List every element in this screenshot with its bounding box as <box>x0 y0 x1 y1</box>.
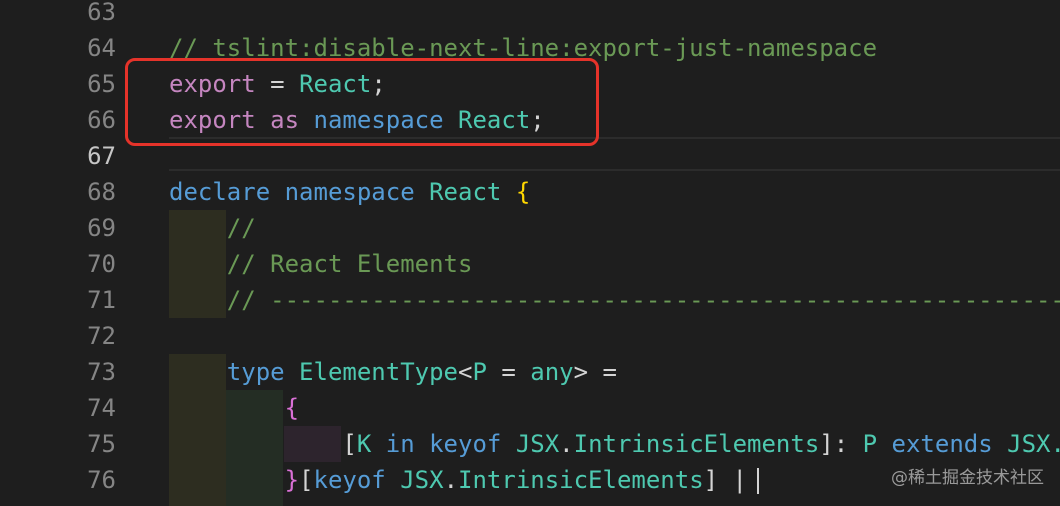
line-number: 63 <box>87 0 116 26</box>
line-number: 66 <box>87 106 116 134</box>
code-token: JSX <box>400 466 444 494</box>
code-token: [ <box>299 466 314 494</box>
code-line[interactable]: 73 type ElementType<P = any> = <box>0 354 1060 390</box>
code-token: ]: <box>819 430 863 458</box>
code-token: K <box>356 430 372 458</box>
line-number: 76 <box>87 466 116 494</box>
code-token: < <box>458 358 473 386</box>
code-token: any <box>530 358 574 386</box>
code-editor[interactable]: 63 64// tslint:disable-next-line:export-j… <box>0 0 1060 506</box>
code-token: [ <box>169 430 357 458</box>
code-token: } <box>284 466 300 494</box>
line-number: 74 <box>87 394 116 422</box>
line-code: { <box>169 390 299 426</box>
line-code: // <box>169 210 256 246</box>
line-number: 68 <box>87 178 116 206</box>
code-token: | <box>718 466 748 494</box>
line-number: 65 <box>87 70 116 98</box>
code-token: IntrinsicElements <box>573 430 820 458</box>
line-number: 69 <box>87 214 116 242</box>
code-token: ElementType <box>299 358 458 386</box>
line-number: 70 <box>87 250 116 278</box>
code-token: { <box>284 394 300 422</box>
code-token: JSX <box>515 430 560 458</box>
line-number: 64 <box>87 34 116 62</box>
line-number: 71 <box>87 286 116 314</box>
code-line[interactable]: 72 <box>0 318 1060 354</box>
code-token: . <box>443 466 459 494</box>
line-code: type ElementType<P = any> = <box>169 354 617 390</box>
code-token: IntrinsicElements <box>458 466 704 494</box>
line-number: 73 <box>87 358 116 386</box>
code-token: . <box>559 430 574 458</box>
line-number: 67 <box>87 142 116 170</box>
code-token: = <box>486 358 531 386</box>
code-token: keyof <box>429 430 502 458</box>
code-line[interactable]: 68 declare namespace React { <box>0 174 1060 210</box>
line-code: declare namespace React { <box>169 174 530 210</box>
code-token: namespace <box>284 178 415 206</box>
watermark: @稀土掘金技术社区 <box>891 468 1044 488</box>
code-line[interactable]: 63 <box>0 0 1060 30</box>
code-token: JSX. <box>1007 430 1060 458</box>
code-token: P <box>472 358 487 386</box>
code-token: // React Elements <box>169 250 473 278</box>
code-token: extends <box>891 430 993 458</box>
code-token: { <box>515 178 531 206</box>
code-token: // -------------------------------------… <box>226 286 1060 314</box>
line-code: // -------------------------------------… <box>169 282 1060 318</box>
code-token: ] <box>703 466 719 494</box>
code-line[interactable]: 69 // <box>0 210 1060 246</box>
annotation-highlight-box <box>125 58 599 146</box>
line-code: // React Elements <box>169 246 473 282</box>
code-token: > = <box>573 358 617 386</box>
code-line[interactable]: 71 // ----------------------------------… <box>0 282 1060 318</box>
code-token: in <box>385 430 415 458</box>
line-code: [K in keyof JSX.IntrinsicElements]: P ex… <box>169 426 1060 462</box>
line-number: 72 <box>87 322 116 350</box>
code-token: React <box>429 178 502 206</box>
code-line[interactable]: 74 { <box>0 390 1060 426</box>
line-code: }[keyof JSX.IntrinsicElements] | <box>169 462 760 498</box>
code-line[interactable]: 75 [K in keyof JSX.IntrinsicElements]: P… <box>0 426 1060 462</box>
code-line[interactable]: 70 // React Elements <box>0 246 1060 282</box>
code-token: // <box>169 214 256 242</box>
code-token: P <box>862 430 878 458</box>
code-token: declare <box>169 178 271 206</box>
text-cursor <box>757 468 760 494</box>
code-token: type <box>226 358 285 386</box>
line-number: 75 <box>87 430 116 458</box>
code-token: keyof <box>313 466 386 494</box>
